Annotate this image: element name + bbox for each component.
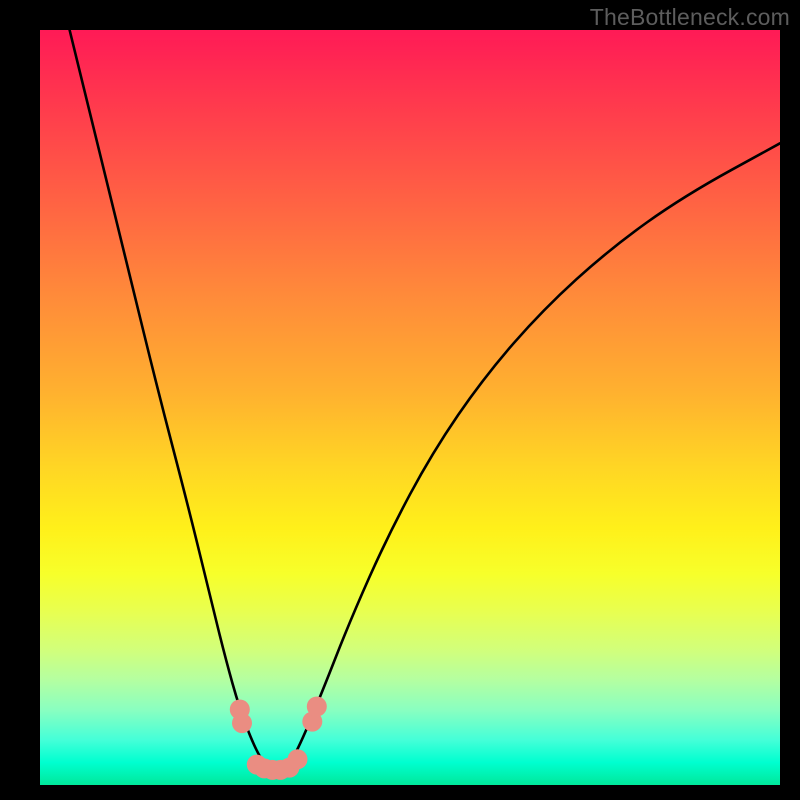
curve-marker <box>288 749 308 769</box>
marker-group <box>230 697 327 780</box>
chart-frame: TheBottleneck.com <box>0 0 800 800</box>
bottleneck-curve-path <box>70 30 780 772</box>
curve-marker <box>232 713 252 733</box>
bottleneck-curve-svg <box>40 30 780 785</box>
curve-marker <box>307 697 327 717</box>
watermark-text: TheBottleneck.com <box>590 4 790 31</box>
